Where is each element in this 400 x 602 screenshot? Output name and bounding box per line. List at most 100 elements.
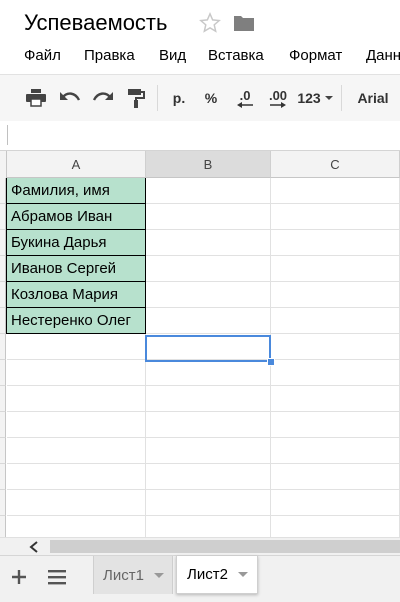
grid-cell[interactable] (146, 438, 271, 464)
decrease-decimals-button[interactable]: .0 (230, 75, 260, 121)
grid-cell[interactable] (271, 412, 400, 438)
arrow-right-icon (270, 101, 286, 108)
toolbar-separator (341, 85, 342, 111)
number-format-label: 123 (297, 90, 321, 106)
row-header[interactable] (0, 360, 6, 386)
grid-cell[interactable] (271, 308, 400, 334)
grid-cell[interactable] (271, 334, 400, 360)
grid-cell[interactable] (146, 490, 271, 516)
decrease-decimals-label: .0 (239, 87, 251, 103)
row-header[interactable] (0, 516, 6, 538)
grid-cell[interactable] (7, 386, 146, 412)
row-header[interactable] (0, 490, 6, 516)
formula-bar-cursor (7, 125, 8, 145)
arrow-left-icon (237, 101, 253, 108)
scroll-left-button[interactable] (26, 538, 42, 555)
spreadsheet-grid: A B C Фамилия, имя Абрамов Иван Букина Дар… (0, 151, 400, 538)
selected-cell-b7[interactable] (145, 335, 271, 362)
tab-dropdown-icon[interactable] (237, 572, 248, 577)
number-format-dropdown[interactable]: 123 (295, 75, 335, 121)
grid-cell[interactable] (7, 334, 146, 360)
grid-cell-name[interactable]: Абрамов Иван (6, 204, 146, 230)
fill-handle[interactable] (267, 358, 275, 366)
menu-file[interactable]: Файл (24, 47, 61, 64)
paint-format-icon (128, 89, 145, 108)
paint-format-button[interactable] (122, 75, 150, 121)
grid-cell[interactable] (146, 386, 271, 412)
grid-cell[interactable] (271, 360, 400, 386)
star-icon[interactable] (199, 12, 221, 34)
grid-cell-name[interactable]: Козлова Мария (6, 282, 146, 308)
grid-cell[interactable] (146, 204, 271, 230)
grid-cell[interactable] (146, 256, 271, 282)
grid-cell[interactable] (146, 412, 271, 438)
grid-cell[interactable] (7, 464, 146, 490)
redo-icon (92, 92, 113, 101)
grid-cell[interactable] (271, 464, 400, 490)
grid-cell[interactable] (146, 360, 271, 386)
column-header-b[interactable]: B (146, 151, 271, 178)
grid-cell[interactable] (271, 282, 400, 308)
grid-cell[interactable] (271, 490, 400, 516)
grid-cell[interactable] (271, 230, 400, 256)
select-all-corner[interactable] (0, 151, 7, 179)
grid-cell[interactable] (271, 256, 400, 282)
row-header[interactable] (0, 438, 6, 464)
grid-cell[interactable] (146, 464, 271, 490)
sheet-tab-1[interactable]: Лист1 (93, 556, 173, 594)
grid-cell[interactable] (271, 438, 400, 464)
row-header[interactable] (0, 334, 6, 360)
folder-icon[interactable] (233, 14, 255, 32)
grid-cell[interactable] (271, 516, 400, 538)
column-header-c[interactable]: C (271, 151, 400, 178)
add-sheet-icon[interactable] (8, 566, 30, 588)
menu-view[interactable]: Вид (159, 47, 186, 64)
increase-decimals-label: .00 (268, 87, 288, 103)
grid-cell-name[interactable]: Нестеренко Олег (6, 308, 146, 334)
currency-format-button[interactable]: р. (166, 75, 192, 121)
formula-bar[interactable] (0, 121, 400, 151)
grid-cell[interactable] (7, 516, 146, 538)
menu-insert[interactable]: Вставка (208, 47, 264, 64)
undo-icon (60, 92, 81, 101)
tab-dropdown-icon[interactable] (153, 572, 164, 578)
grid-cell-name[interactable]: Букина Дарья (6, 230, 146, 256)
toolbar-separator (157, 85, 158, 111)
dropdown-arrow-icon (324, 96, 333, 100)
menu-format[interactable]: Формат (289, 47, 342, 64)
percent-format-button[interactable]: % (198, 75, 224, 121)
grid-cell[interactable] (146, 178, 271, 204)
grid-cell[interactable] (7, 360, 146, 386)
grid-cell[interactable] (7, 412, 146, 438)
menu-bar: Файл Правка Вид Вставка Формат Данн (0, 44, 400, 70)
column-header-a[interactable]: A (7, 151, 146, 178)
redo-button[interactable] (89, 75, 117, 121)
undo-button[interactable] (56, 75, 84, 121)
grid-cell[interactable] (146, 308, 271, 334)
font-family-dropdown[interactable]: Arial (350, 75, 396, 121)
print-button[interactable] (22, 75, 50, 121)
grid-cell[interactable] (271, 204, 400, 230)
document-title[interactable]: Успеваемость (24, 10, 167, 36)
grid-cell[interactable] (146, 282, 271, 308)
menu-data[interactable]: Данн (366, 47, 400, 64)
increase-decimals-button[interactable]: .00 (263, 75, 293, 121)
grid-cell[interactable] (146, 516, 271, 538)
grid-cell[interactable] (7, 490, 146, 516)
toolbar: р. % .0 .00 123 Arial (0, 74, 400, 122)
row-header[interactable] (0, 464, 6, 490)
menu-edit[interactable]: Правка (84, 47, 135, 64)
scrollbar-thumb[interactable] (50, 540, 400, 553)
grid-cell[interactable] (7, 438, 146, 464)
horizontal-scrollbar[interactable] (0, 537, 400, 555)
grid-cell[interactable] (271, 178, 400, 204)
grid-cell-name[interactable]: Иванов Сергей (6, 256, 146, 282)
title-bar: Успеваемость (0, 0, 400, 44)
grid-cell-name[interactable]: Фамилия, имя (6, 178, 146, 204)
grid-cell[interactable] (146, 230, 271, 256)
row-header[interactable] (0, 386, 6, 412)
grid-cell[interactable] (271, 386, 400, 412)
row-header[interactable] (0, 412, 6, 438)
all-sheets-menu-icon[interactable] (47, 568, 67, 586)
sheet-tab-2[interactable]: Лист2 (176, 556, 258, 594)
